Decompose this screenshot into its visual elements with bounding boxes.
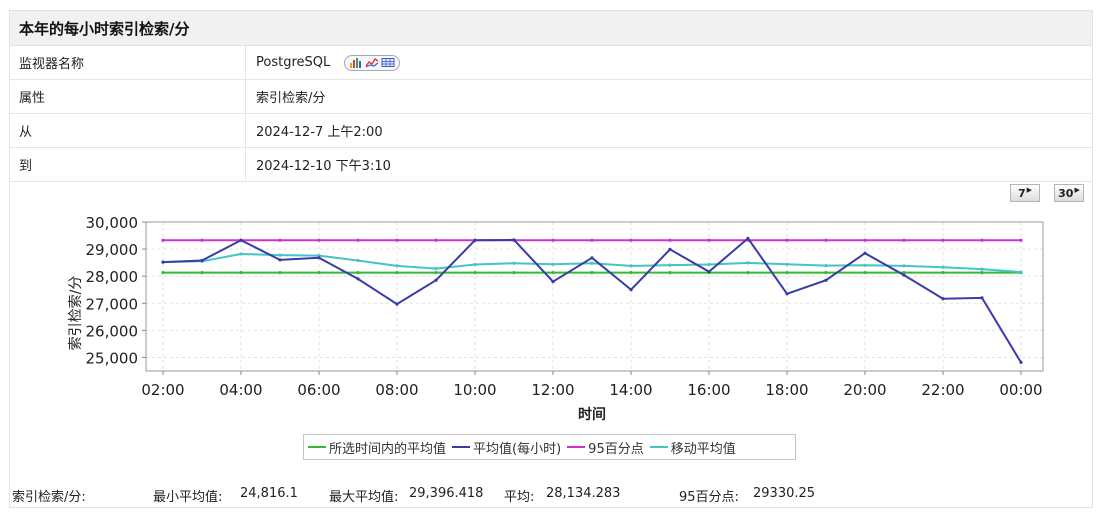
attribute-row: 属性 索引检索/分 (10, 80, 1092, 114)
legend-swatch (308, 446, 326, 448)
legend-label: 平均值(每小时) (473, 441, 562, 457)
attribute-label: 属性 (10, 80, 246, 113)
triangle-right-icon: ▶ (1026, 186, 1033, 194)
monitor-value: PostgreSQL (256, 55, 331, 70)
from-value: 2024-12-7 上午2:00 (256, 125, 383, 140)
to-row: 到 2024-12-10 下午3:10 (10, 148, 1092, 182)
table-icon[interactable] (381, 57, 395, 68)
line-chart-icon[interactable] (365, 57, 379, 68)
legend-item-95-percentile: 95百分点 (567, 438, 644, 457)
monitor-row: 监视器名称 PostgreSQL (10, 46, 1092, 80)
legend-label: 95百分点 (588, 441, 644, 457)
legend-item-selected-average: 所选时间内的平均值 (308, 438, 446, 457)
stats-avg-value: 28,134.283 (546, 486, 621, 501)
stats-p95-value: 29330.25 (753, 486, 816, 501)
monitor-value-cell: PostgreSQL (246, 46, 401, 79)
bar-chart-icon[interactable] (349, 57, 363, 68)
period-7-days-button[interactable]: 7 ▶ (1010, 184, 1040, 202)
attribute-value: 索引检索/分 (256, 91, 326, 106)
legend-item-hourly-average: 平均值(每小时) (452, 438, 561, 457)
chart-type-selector (344, 54, 401, 71)
stats-avg-label: 平均: (504, 490, 535, 505)
legend-swatch (567, 446, 586, 448)
stats-min-label: 最小平均值: (153, 490, 223, 505)
legend-label: 所选时间内的平均值 (329, 441, 447, 457)
period-30-label: 30 (1058, 186, 1074, 200)
stats-label: 索引检索/分: (12, 490, 86, 505)
to-value: 2024-12-10 下午3:10 (256, 159, 391, 174)
to-label: 到 (10, 148, 246, 181)
stats-max-value: 29,396.418 (409, 486, 484, 501)
legend-swatch (452, 446, 471, 448)
stats-max-label: 最大平均值: (329, 490, 399, 505)
from-row: 从 2024-12-7 上午2:00 (10, 114, 1092, 148)
chart-legend: 所选时间内的平均值 平均值(每小时) 95百分点 移动平均值 (303, 434, 796, 460)
triangle-right-icon: ▶ (1074, 186, 1080, 194)
period-30-days-button[interactable]: 30 ▶ (1054, 184, 1084, 202)
period-7-label: 7 (1017, 186, 1026, 200)
stats-p95-label: 95百分点: (679, 490, 739, 505)
legend-swatch (649, 446, 668, 448)
monitor-label: 监视器名称 (10, 46, 246, 79)
from-label: 从 (10, 114, 246, 147)
legend-item-moving-average: 移动平均值 (649, 438, 736, 457)
page-title: 本年的每小时索引检索/分 (10, 11, 1092, 46)
legend-label: 移动平均值 (670, 441, 736, 457)
stats-min-value: 24,816.1 (240, 486, 298, 501)
